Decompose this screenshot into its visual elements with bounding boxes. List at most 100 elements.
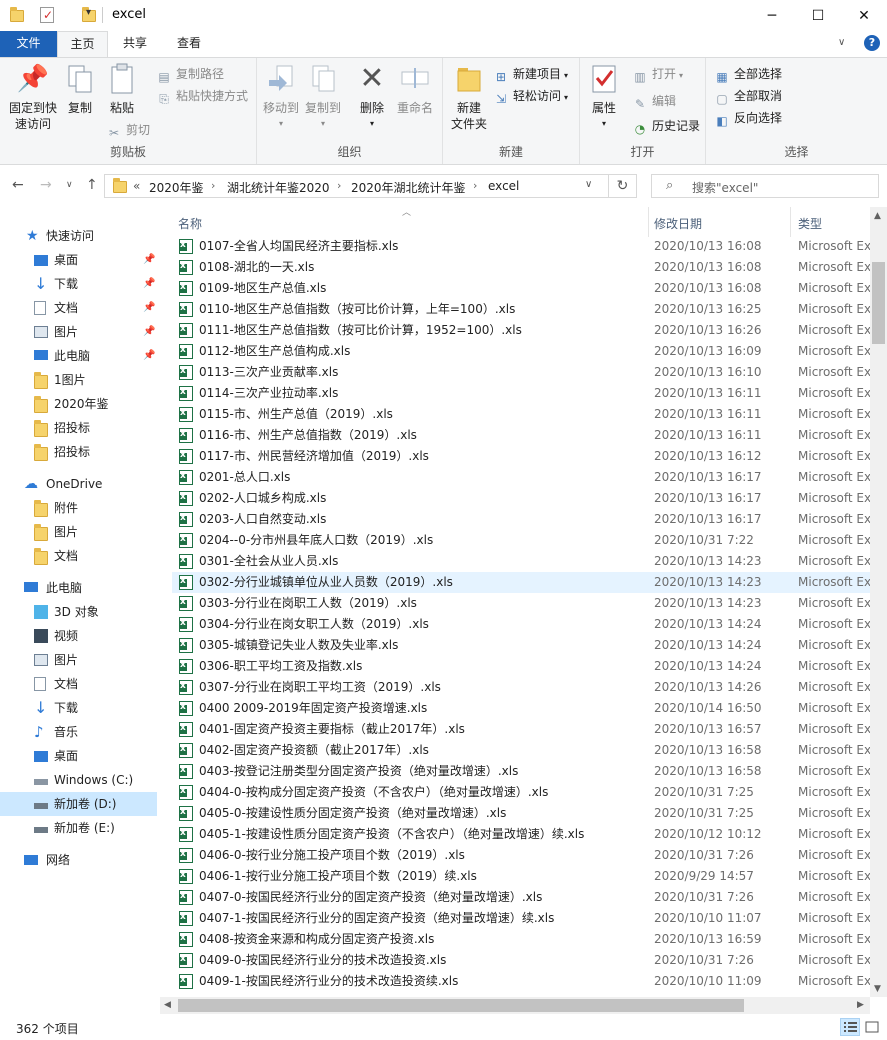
table-row[interactable]: 0409-0-按国民经济行业分的技术改造投资.xls 2020/10/31 7:2… bbox=[172, 949, 870, 971]
table-row[interactable]: 0204--0-分市州县年底人口数（2019）.xls 2020/10/31 7:… bbox=[172, 529, 870, 551]
table-row[interactable]: 0108-湖北的一天.xls 2020/10/13 16:08 Microsoft … bbox=[172, 256, 870, 278]
nav-drive-c[interactable]: Windows (C:) bbox=[0, 768, 157, 792]
table-row[interactable]: 0401-固定资产投资主要指标（截止2017年）.xls 2020/10/13 1… bbox=[172, 718, 870, 740]
table-row[interactable]: 0112-地区生产总值构成.xls 2020/10/13 16:09 Microso… bbox=[172, 340, 870, 362]
table-row[interactable]: 0405-1-按建设性质分固定资产投资（不含农户）（绝对量改增速）续.xls 20… bbox=[172, 823, 870, 845]
table-row[interactable]: 0109-地区生产总值.xls 2020/10/13 16:08 Microsoft… bbox=[172, 277, 870, 299]
nav-od-attachments[interactable]: 附件 bbox=[0, 496, 157, 520]
table-row[interactable]: 0305-城镇登记失业人数及失业率.xls 2020/10/13 14:24 Mic… bbox=[172, 634, 870, 656]
address-dropdown-icon[interactable]: ∨ bbox=[585, 179, 592, 190]
nav-pc-desktop[interactable]: 桌面 bbox=[0, 744, 157, 768]
select-none-button[interactable]: ▢ 全部取消 bbox=[714, 86, 782, 106]
open-button[interactable]: ▥ 打开 ▾ bbox=[632, 64, 683, 84]
breadcrumb-overflow[interactable]: « bbox=[133, 179, 140, 193]
nav-folder-4[interactable]: 招投标 bbox=[0, 440, 157, 464]
table-row[interactable]: 0407-1-按国民经济行业分的固定资产投资（绝对量改增速）续.xls 2020/… bbox=[172, 907, 870, 929]
table-row[interactable]: 0406-1-按行业分施工投产项目个数（2019）续.xls 2020/9/29 … bbox=[172, 865, 870, 887]
collapse-ribbon-icon[interactable]: ∨ bbox=[838, 37, 845, 48]
table-row[interactable]: 0302-分行业城镇单位从业人员数（2019）.xls 2020/10/13 14… bbox=[172, 571, 870, 593]
cut-button[interactable]: ✂ 剪切 bbox=[106, 120, 150, 140]
select-all-button[interactable]: ▦ 全部选择 bbox=[714, 64, 782, 84]
nav-pc-pictures[interactable]: 图片 bbox=[0, 648, 157, 672]
table-row[interactable]: 0408-按资金来源和构成分固定资产投资.xls 2020/10/13 16:59… bbox=[172, 928, 870, 950]
nav-videos[interactable]: 视频 bbox=[0, 624, 157, 648]
table-row[interactable]: 0402-固定资产投资额（截止2017年）.xls 2020/10/13 16:5… bbox=[172, 739, 870, 761]
nav-pictures[interactable]: 图片 📌 bbox=[0, 320, 157, 344]
table-row[interactable]: 0201-总人口.xls 2020/10/13 16:17 Microsoft Ex bbox=[172, 466, 870, 488]
nav-od-documents[interactable]: 文档 bbox=[0, 544, 157, 568]
table-row[interactable]: 0113-三次产业贡献率.xls 2020/10/13 16:10 Microsof… bbox=[172, 361, 870, 383]
properties-quick-icon[interactable]: ✓ bbox=[40, 7, 54, 23]
table-row[interactable]: 0301-全社会从业人员.xls 2020/10/13 14:23 Microsof… bbox=[172, 550, 870, 572]
scroll-down-icon[interactable]: ▼ bbox=[874, 984, 881, 994]
pin-quick-access-button[interactable]: 📌 固定到快 速访问 bbox=[6, 62, 60, 132]
recent-locations-icon[interactable]: ∨ bbox=[66, 180, 73, 190]
breadcrumb-2020-yearbook[interactable]: 2020年鉴 bbox=[149, 179, 204, 196]
breadcrumb-2020-hubei-yearbook[interactable]: 2020年湖北统计年鉴 bbox=[351, 179, 466, 196]
table-row[interactable]: 0202-人口城乡构成.xls 2020/10/13 16:17 Microsoft… bbox=[172, 487, 870, 509]
table-row[interactable]: 0307-分行业在岗职工平均工资（2019）.xls 2020/10/13 14:… bbox=[172, 676, 870, 698]
up-arrow-icon[interactable]: ↑ bbox=[86, 177, 98, 193]
nav-network[interactable]: 网络 bbox=[0, 848, 157, 872]
easy-access-button[interactable]: ⇲ 轻松访问 ▾ bbox=[493, 86, 568, 106]
nav-folder-2[interactable]: 2020年鉴 bbox=[0, 392, 157, 416]
column-name[interactable]: 名称 bbox=[178, 215, 202, 232]
large-icons-view-icon[interactable] bbox=[862, 1018, 882, 1036]
table-row[interactable]: 0115-市、州生产总值（2019）.xls 2020/10/13 16:11 Mi… bbox=[172, 403, 870, 425]
table-row[interactable]: 0114-三次产业拉动率.xls 2020/10/13 16:11 Microsof… bbox=[172, 382, 870, 404]
table-row[interactable]: 0403-按登记注册类型分固定资产投资（绝对量改增速）.xls 2020/10/1… bbox=[172, 760, 870, 782]
nav-onedrive[interactable]: ☁ OneDrive bbox=[0, 472, 157, 496]
table-row[interactable]: 0409-1-按国民经济行业分的技术改造投资续.xls 2020/10/10 11… bbox=[172, 970, 870, 992]
scroll-right-icon[interactable]: ▶ bbox=[857, 1000, 864, 1010]
nav-drive-d[interactable]: 新加卷 (D:) bbox=[0, 792, 157, 816]
table-row[interactable]: 0117-市、州民营经济增加值（2019）.xls 2020/10/13 16:1… bbox=[172, 445, 870, 467]
table-row[interactable]: 0107-全省人均国民经济主要指标.xls 2020/10/13 16:08 Mic… bbox=[172, 235, 870, 257]
close-button[interactable]: ✕ bbox=[841, 0, 887, 31]
column-type[interactable]: 类型 bbox=[798, 215, 822, 232]
maximize-button[interactable]: ☐ bbox=[795, 0, 841, 31]
table-row[interactable]: 0111-地区生产总值指数（按可比价计算，1952=100）.xls 2020/1… bbox=[172, 319, 870, 341]
nav-documents[interactable]: 文档 📌 bbox=[0, 296, 157, 320]
nav-drive-e[interactable]: 新加卷 (E:) bbox=[0, 816, 157, 840]
table-row[interactable]: 0116-市、州生产总值指数（2019）.xls 2020/10/13 16:11… bbox=[172, 424, 870, 446]
table-row[interactable]: 0303-分行业在岗职工人数（2019）.xls 2020/10/13 14:23… bbox=[172, 592, 870, 614]
breadcrumb-separator-icon[interactable]: › bbox=[473, 179, 477, 192]
nav-folder-1[interactable]: 1图片 bbox=[0, 368, 157, 392]
refresh-icon[interactable]: ↻ bbox=[609, 174, 637, 198]
search-input[interactable]: ⌕ 搜索"excel" bbox=[651, 174, 879, 198]
column-date[interactable]: 修改日期 bbox=[654, 215, 702, 232]
nav-3d-objects[interactable]: 3D 对象 bbox=[0, 600, 157, 624]
delete-button[interactable]: ✕ 删除 ▾ bbox=[355, 62, 389, 132]
paste-button[interactable]: 粘贴 bbox=[104, 62, 140, 116]
copy-button[interactable]: 复制 bbox=[62, 62, 98, 116]
column-divider[interactable] bbox=[648, 207, 649, 237]
nav-quick-access[interactable]: ★ 快速访问 bbox=[0, 224, 157, 248]
table-row[interactable]: 0407-0-按国民经济行业分的固定资产投资（绝对量改增速）.xls 2020/1… bbox=[172, 886, 870, 908]
table-row[interactable]: 0400 2009-2019年固定资产投资增速.xls 2020/10/14 16… bbox=[172, 697, 870, 719]
help-icon[interactable]: ? bbox=[864, 35, 880, 51]
table-row[interactable]: 0405-0-按建设性质分固定资产投资（绝对量改增速）.xls 2020/10/3… bbox=[172, 802, 870, 824]
nav-pc-downloads[interactable]: ↓ 下载 bbox=[0, 696, 157, 720]
nav-folder-3[interactable]: 招投标 bbox=[0, 416, 157, 440]
nav-downloads[interactable]: ↓ 下载 📌 bbox=[0, 272, 157, 296]
scroll-left-icon[interactable]: ◀ bbox=[164, 1000, 171, 1010]
properties-button[interactable]: 属性 ▾ bbox=[586, 62, 622, 132]
copy-to-button[interactable]: 复制到 ▾ bbox=[303, 62, 343, 132]
new-folder-button[interactable]: 新建 文件夹 bbox=[447, 62, 491, 132]
tab-home[interactable]: 主页 bbox=[57, 31, 108, 57]
nav-desktop[interactable]: 桌面 📌 bbox=[0, 248, 157, 272]
minimize-button[interactable]: ─ bbox=[749, 0, 795, 31]
edit-button[interactable]: ✎ 编辑 bbox=[632, 91, 676, 111]
details-view-icon[interactable] bbox=[840, 1018, 860, 1036]
table-row[interactable]: 0203-人口自然变动.xls 2020/10/13 16:17 Microsoft… bbox=[172, 508, 870, 530]
rename-button[interactable]: 重命名 bbox=[393, 62, 437, 116]
nav-pc-documents[interactable]: 文档 bbox=[0, 672, 157, 696]
nav-od-pictures[interactable]: 图片 bbox=[0, 520, 157, 544]
table-row[interactable]: 0306-职工平均工资及指数.xls 2020/10/13 14:24 Micros… bbox=[172, 655, 870, 677]
vertical-scroll-thumb[interactable] bbox=[872, 262, 885, 344]
new-item-button[interactable]: ⊞ 新建项目 ▾ bbox=[493, 64, 568, 84]
breadcrumb-hubei-yearbook-2020[interactable]: 湖北统计年鉴2020 bbox=[227, 179, 330, 196]
forward-arrow-icon[interactable]: → bbox=[40, 177, 52, 193]
move-to-button[interactable]: 移动到 ▾ bbox=[261, 62, 301, 132]
back-arrow-icon[interactable]: ← bbox=[12, 177, 24, 193]
